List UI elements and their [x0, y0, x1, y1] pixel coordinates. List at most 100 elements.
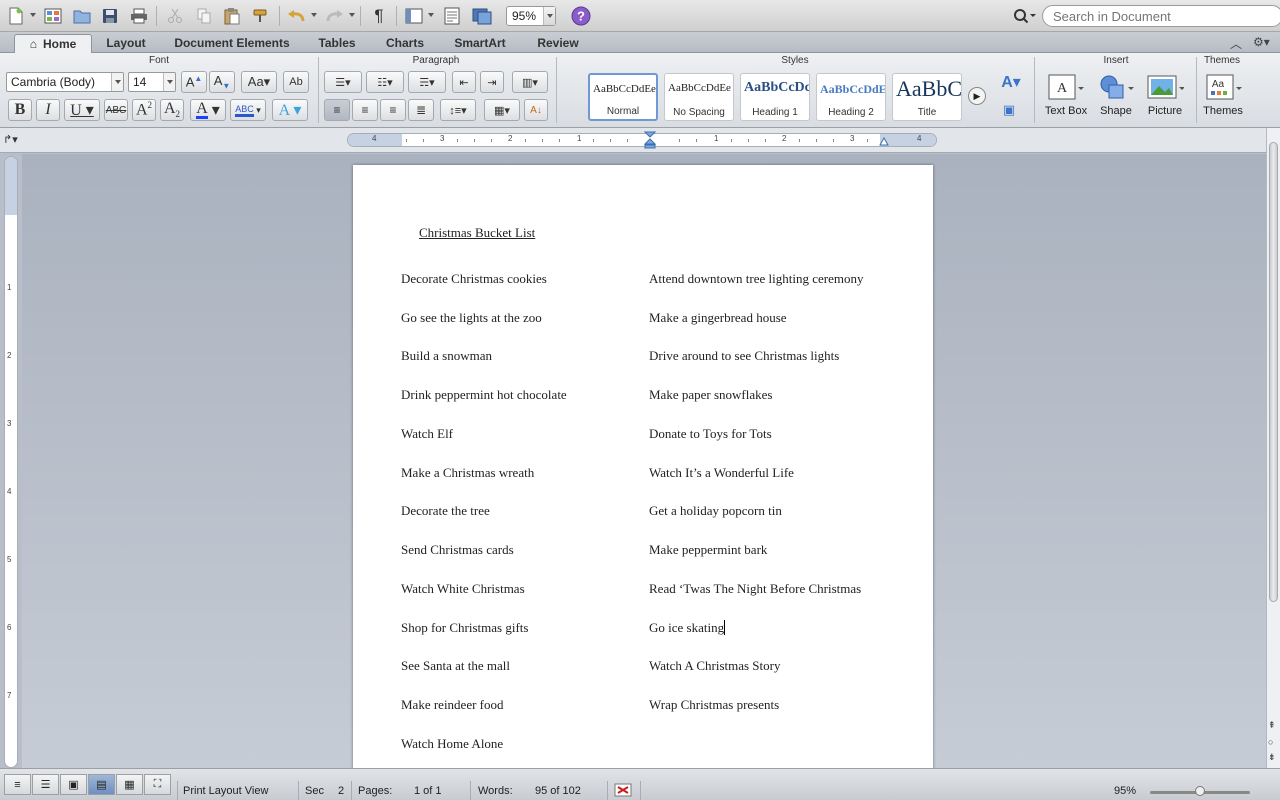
- document-page[interactable]: Christmas Bucket List Decorate Christmas…: [353, 165, 933, 768]
- undo-button[interactable]: [285, 4, 309, 28]
- undo-dropdown-arrow[interactable]: [311, 13, 317, 17]
- tab-smartart[interactable]: SmartArt: [444, 34, 516, 53]
- new-dropdown-arrow[interactable]: [30, 13, 36, 17]
- list-item[interactable]: Make paper snowflakes: [649, 387, 772, 403]
- style-normal[interactable]: AaBbCcDdEe Normal: [588, 73, 658, 121]
- spelling-check-icon[interactable]: [614, 783, 632, 800]
- list-item[interactable]: Send Christmas cards: [401, 542, 514, 558]
- columns-button[interactable]: ▥▾: [512, 71, 548, 93]
- open-button[interactable]: [70, 4, 94, 28]
- search-input[interactable]: [1042, 5, 1280, 27]
- list-item[interactable]: Build a snowman: [401, 348, 492, 364]
- print-layout-view-button[interactable]: ▤: [88, 774, 115, 795]
- bold-button[interactable]: B: [8, 99, 32, 121]
- tab-selector-icon[interactable]: ↱▾: [3, 133, 18, 146]
- styles-next-button[interactable]: ▶: [968, 87, 986, 105]
- right-indent-marker-icon[interactable]: [879, 136, 889, 146]
- save-button[interactable]: [98, 4, 122, 28]
- draft-view-button[interactable]: ≡: [4, 774, 31, 795]
- font-size-dropdown-arrow[interactable]: [163, 73, 175, 91]
- tab-tables[interactable]: Tables: [308, 34, 366, 53]
- list-item[interactable]: Go see the lights at the zoo: [401, 310, 542, 326]
- underline-button[interactable]: U ▾: [64, 99, 100, 121]
- tab-document-elements[interactable]: Document Elements: [164, 34, 300, 53]
- previous-page-icon[interactable]: ⇞: [1268, 720, 1276, 731]
- clear-formatting-button[interactable]: Ab: [283, 71, 309, 93]
- zoom-slider-knob[interactable]: [1195, 786, 1205, 796]
- redo-dropdown-arrow[interactable]: [349, 13, 355, 17]
- insert-shape-button[interactable]: Shape: [1094, 73, 1138, 117]
- align-center-button[interactable]: ≡: [352, 99, 378, 121]
- search-box[interactable]: [1010, 5, 1280, 27]
- list-item[interactable]: Get a holiday popcorn tin: [649, 503, 782, 519]
- list-item[interactable]: Make peppermint bark: [649, 542, 767, 558]
- list-item[interactable]: Decorate the tree: [401, 503, 490, 519]
- list-item[interactable]: Watch White Christmas: [401, 581, 525, 597]
- list-item[interactable]: Watch A Christmas Story: [649, 658, 780, 674]
- copy-button[interactable]: [192, 4, 216, 28]
- gallery-button[interactable]: [41, 4, 65, 28]
- decrease-indent-button[interactable]: ⇤: [452, 71, 476, 93]
- print-button[interactable]: [127, 4, 151, 28]
- paste-button[interactable]: [220, 4, 244, 28]
- text-effects-button[interactable]: A ▾: [272, 99, 308, 121]
- zoom-dropdown-arrow[interactable]: [543, 7, 555, 25]
- outline-view-button[interactable]: ☰: [32, 774, 59, 795]
- themes-button[interactable]: Aa Themes: [1198, 73, 1248, 117]
- change-case-button[interactable]: Aa▾: [241, 71, 277, 93]
- tab-layout[interactable]: Layout: [96, 34, 156, 53]
- list-item[interactable]: Make a Christmas wreath: [401, 465, 534, 481]
- collapse-ribbon-icon[interactable]: ︿: [1230, 35, 1242, 52]
- style-no-spacing[interactable]: AaBbCcDdEe No Spacing: [664, 73, 734, 121]
- borders-button[interactable]: ▦▾: [484, 99, 520, 121]
- superscript-button[interactable]: A2: [132, 99, 156, 121]
- list-item[interactable]: Drive around to see Christmas lights: [649, 348, 839, 364]
- vertical-scrollbar[interactable]: ⇞ ○ ⇟: [1266, 128, 1280, 768]
- align-right-button[interactable]: ≡: [380, 99, 406, 121]
- insert-text-box-button[interactable]: A Text Box: [1040, 73, 1092, 117]
- shrink-font-button[interactable]: A▼: [209, 71, 235, 93]
- styles-pane-button[interactable]: A▾: [996, 71, 1026, 93]
- list-item[interactable]: Decorate Christmas cookies: [401, 271, 547, 287]
- highlight-button[interactable]: ABC ▾: [230, 99, 266, 121]
- indent-marker-icon[interactable]: [644, 131, 656, 149]
- style-heading-2[interactable]: AaBbCcDdEe Heading 2: [816, 73, 886, 121]
- sort-button[interactable]: A↓: [524, 99, 548, 121]
- toolbox-button[interactable]: [440, 4, 464, 28]
- format-painter-button[interactable]: [249, 4, 273, 28]
- line-spacing-button[interactable]: ↕≡▾: [440, 99, 476, 121]
- font-name-dropdown-arrow[interactable]: [111, 73, 123, 91]
- scrollbar-thumb[interactable]: [1269, 142, 1278, 602]
- list-item[interactable]: Watch Home Alone: [401, 736, 503, 752]
- bullets-button[interactable]: ☰▾: [324, 71, 362, 93]
- justify-button[interactable]: ≣: [408, 99, 434, 121]
- list-item[interactable]: Donate to Toys for Tots: [649, 426, 772, 442]
- show-formatting-button[interactable]: ¶: [367, 4, 391, 28]
- multilevel-list-button[interactable]: ☴▾: [408, 71, 446, 93]
- font-size-combobox[interactable]: 14: [128, 72, 176, 92]
- list-item[interactable]: Make reindeer food: [401, 697, 504, 713]
- new-document-button[interactable]: [4, 4, 28, 28]
- media-browser-button[interactable]: [470, 4, 494, 28]
- style-heading-1[interactable]: AaBbCcDc Heading 1: [740, 73, 810, 121]
- styles-manage-button[interactable]: ▣: [996, 99, 1022, 121]
- document-title[interactable]: Christmas Bucket List: [419, 225, 535, 241]
- numbering-button[interactable]: ☷▾: [366, 71, 404, 93]
- grow-font-button[interactable]: A▲: [181, 71, 207, 93]
- document-canvas[interactable]: Christmas Bucket List Decorate Christmas…: [22, 154, 1266, 768]
- list-item[interactable]: Shop for Christmas gifts: [401, 620, 528, 636]
- cut-button[interactable]: [163, 4, 187, 28]
- zoom-combobox[interactable]: 95%: [506, 6, 556, 26]
- list-item[interactable]: Go ice skating: [649, 620, 726, 636]
- focus-view-button[interactable]: ⛶: [144, 774, 171, 795]
- list-item[interactable]: Make a gingerbread house: [649, 310, 787, 326]
- next-page-icon[interactable]: ⇟: [1268, 752, 1276, 763]
- list-item[interactable]: Drink peppermint hot chocolate: [401, 387, 567, 403]
- publishing-layout-view-button[interactable]: ▣: [60, 774, 87, 795]
- italic-button[interactable]: I: [36, 99, 60, 121]
- sidebar-dropdown-arrow[interactable]: [428, 13, 434, 17]
- horizontal-ruler[interactable]: 4 3 2 1 1 2 3 4: [347, 131, 937, 149]
- vertical-ruler[interactable]: 1 2 3 4 5 6 7: [4, 156, 18, 768]
- font-name-combobox[interactable]: Cambria (Body): [6, 72, 124, 92]
- font-color-button[interactable]: A ▾: [190, 99, 226, 121]
